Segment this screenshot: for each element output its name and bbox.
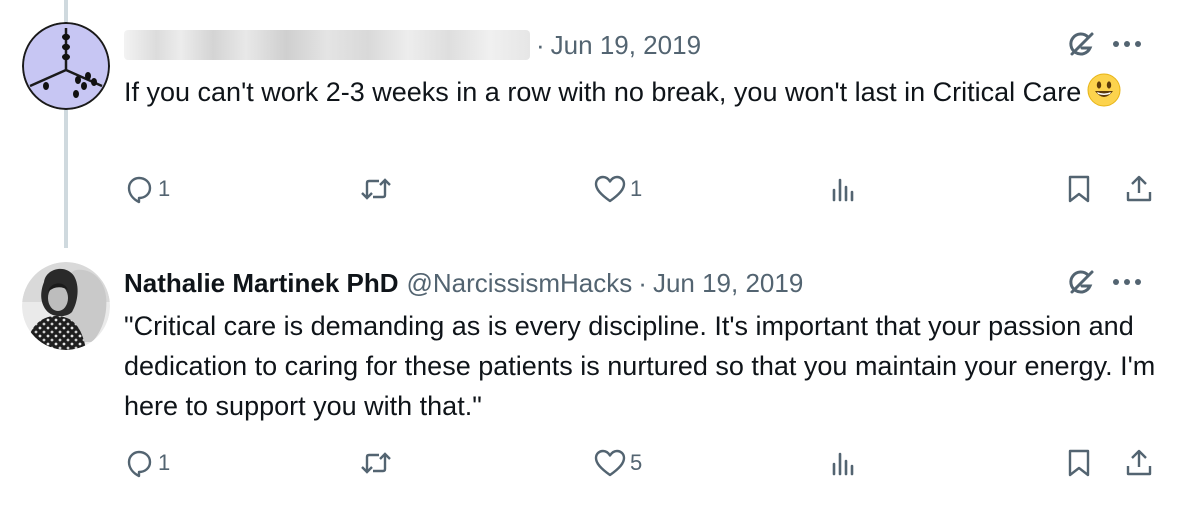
tweet-actions: 1 5 [0,448,1198,488]
retweet-icon [360,448,392,478]
share-button[interactable] [1124,174,1154,204]
like-button[interactable]: 5 [594,448,642,478]
share-button[interactable] [1124,448,1154,478]
share-icon [1124,448,1154,478]
tweet-text: If you can't work 2-3 weeks in a row wit… [124,72,1164,112]
header-separator: · [638,267,647,298]
views-icon [828,448,858,478]
grok-icon[interactable] [1066,266,1098,298]
author-name-redacted [124,30,530,60]
tweet-header: · Jun 19, 2019 [124,28,701,62]
bookmark-icon [1064,448,1094,478]
share-icon [1124,174,1154,204]
author-handle[interactable]: @NarcissismHacks [407,268,633,299]
grinning-face-emoji [1087,73,1121,107]
bookmark-button[interactable] [1064,174,1094,204]
reply-count: 1 [158,176,171,201]
tweet-header: Nathalie Martinek PhD @NarcissismHacks ·… [124,266,803,300]
retweet-button[interactable] [360,448,396,478]
like-count: 1 [630,176,643,201]
bookmark-button[interactable] [1064,448,1094,478]
avatar-photo[interactable] [22,262,110,350]
reply-icon [124,174,154,204]
tweet-1[interactable]: · Jun 19, 2019 If you can't work 2-3 wee… [0,0,1198,248]
reply-button[interactable]: 1 [124,174,170,204]
grok-icon[interactable] [1066,28,1098,60]
tweet-text: "Critical care is demanding as is every … [124,311,1156,421]
avatar-dice[interactable] [22,22,110,110]
retweet-icon [360,174,392,204]
like-count: 5 [630,450,643,475]
reply-button[interactable]: 1 [124,448,170,478]
tweet-date[interactable]: Jun 19, 2019 [551,30,701,61]
tweet-top-icons [1066,28,1142,60]
tweet-2[interactable]: Nathalie Martinek PhD @NarcissismHacks ·… [0,248,1198,505]
more-icon[interactable] [1112,277,1142,287]
tweet-top-icons [1066,266,1142,298]
heart-icon [594,174,626,204]
reply-icon [124,448,154,478]
views-icon [828,174,858,204]
retweet-button[interactable] [360,174,396,204]
tweet-date[interactable]: Jun 19, 2019 [653,268,803,299]
more-icon[interactable] [1112,39,1142,49]
header-separator: · [536,29,545,60]
reply-count: 1 [158,450,171,475]
tweet-actions: 1 1 [0,174,1198,214]
views-button[interactable] [828,448,862,478]
like-button[interactable]: 1 [594,174,642,204]
bookmark-icon [1064,174,1094,204]
author-name[interactable]: Nathalie Martinek PhD [124,268,399,299]
views-button[interactable] [828,174,862,204]
heart-icon [594,448,626,478]
